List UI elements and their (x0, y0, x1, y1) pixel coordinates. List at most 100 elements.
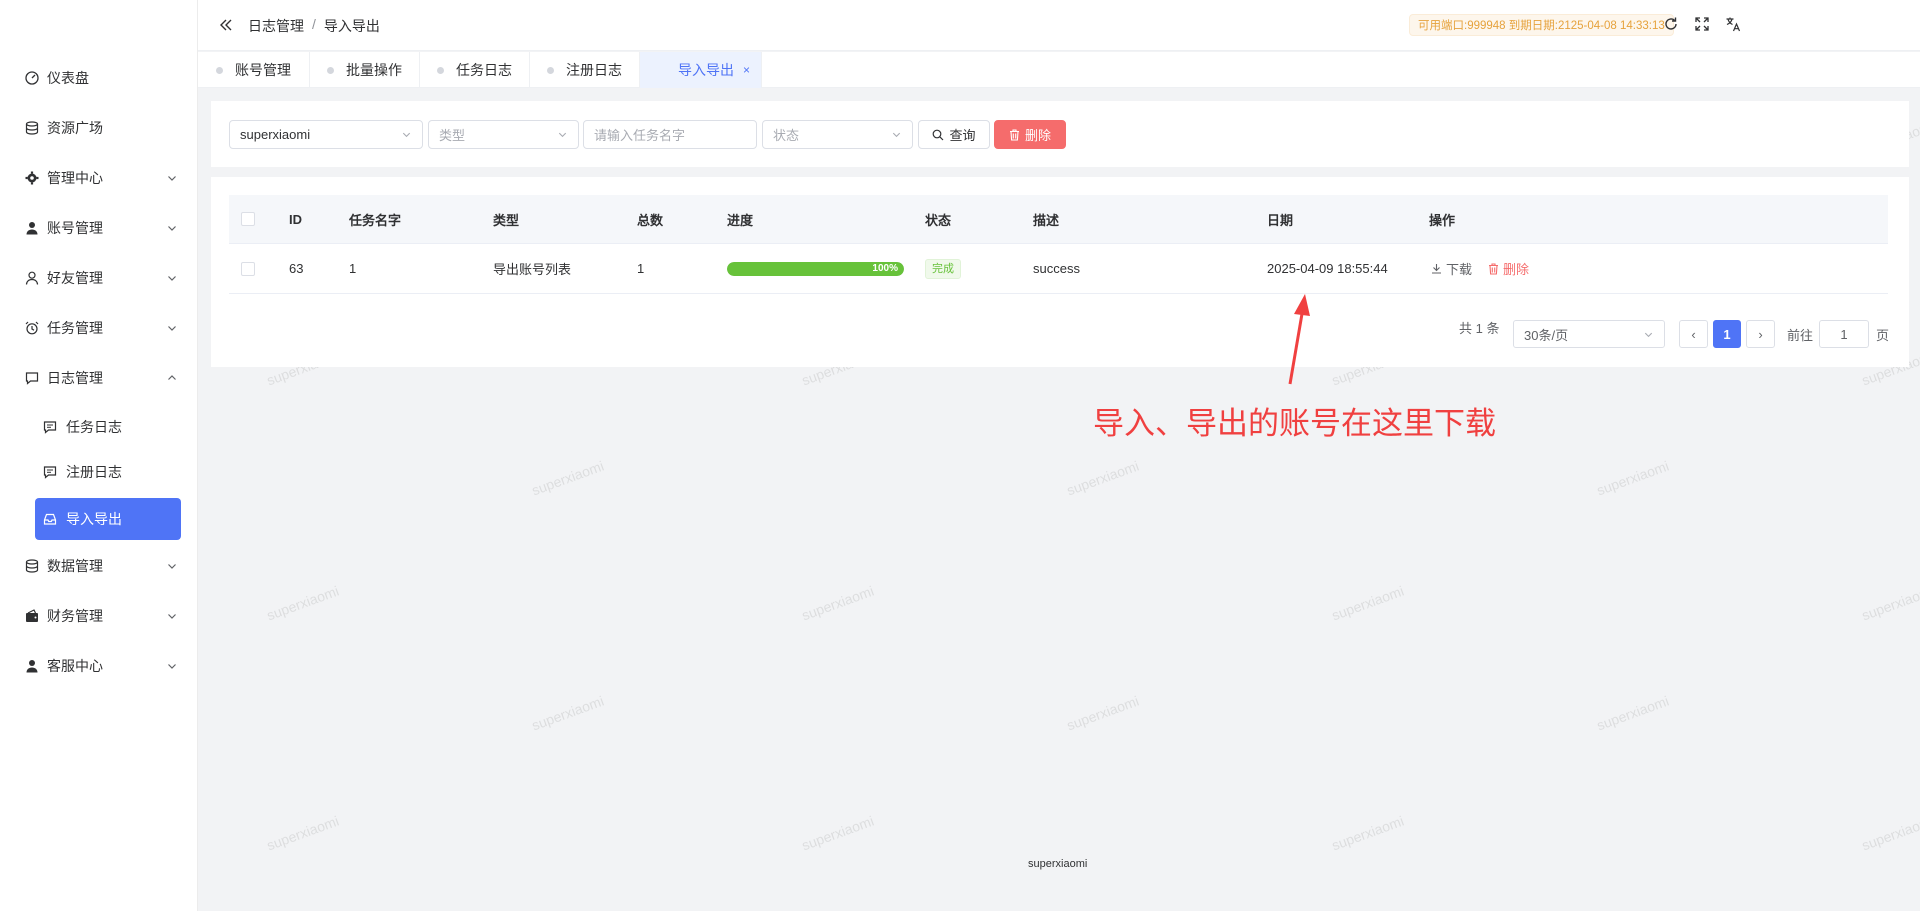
row-delete-button[interactable]: 删除 (1488, 259, 1529, 278)
annotation-text: 导入、导出的账号在这里下载 (1093, 406, 1496, 441)
message-icon (43, 465, 57, 479)
tabs-bar: 账号管理 批量操作 任务日志 注册日志 导入导出 × (198, 52, 1920, 88)
tab-dot (327, 66, 334, 74)
sidebar-item-log-management[interactable]: 日志管理 (0, 353, 198, 403)
sidebar-subitem-task-log[interactable]: 任务日志 (35, 406, 181, 448)
type-select[interactable]: 类型 (428, 120, 579, 149)
sidebar-item-finance-management[interactable]: 财务管理 (0, 591, 198, 641)
sidebar-item-friend-management[interactable]: 好友管理 (0, 253, 198, 303)
top-header: 日志管理 / 导入导出 可用端口:999948 到期日期:2125-04-08 … (198, 0, 1920, 51)
wallet-icon (25, 609, 39, 623)
sidebar-item-resource-square[interactable]: 资源广场 (0, 103, 198, 153)
watermark: superxiaomi (264, 812, 341, 854)
sidebar-item-account-management[interactable]: 账号管理 (0, 203, 198, 253)
page-size-value: 30条/页 (1524, 327, 1569, 343)
annotation-arrow (1288, 294, 1310, 385)
page-number-current[interactable]: 1 (1713, 320, 1741, 348)
sidebar-item-label: 日志管理 (47, 370, 103, 386)
watermark: superxiaomi (529, 457, 606, 499)
sidebar-subitem-register-log[interactable]: 注册日志 (35, 451, 181, 493)
prev-page-button[interactable]: ‹ (1679, 320, 1708, 348)
sidebar-item-dashboard[interactable]: 仪表盘 (0, 53, 198, 103)
sidebar-item-data-management[interactable]: 数据管理 (0, 541, 198, 591)
column-header: 进度 (727, 212, 754, 228)
sidebar-subitem-import-export[interactable]: 导入导出 (35, 498, 181, 540)
cell-description: success (1033, 261, 1080, 276)
chevron-up-icon (168, 375, 176, 380)
download-icon (1432, 264, 1441, 274)
translate-icon[interactable] (1725, 16, 1741, 32)
download-button[interactable]: 下载 (1431, 259, 1472, 278)
fullscreen-icon[interactable] (1694, 16, 1710, 32)
user-select[interactable]: superxiaomi (229, 120, 423, 149)
footer-text: superxiaomi (1028, 858, 1088, 870)
tab-batch-operation[interactable]: 批量操作 (310, 52, 420, 88)
tab-close-icon[interactable]: × (743, 63, 750, 77)
chevron-down-icon (1644, 332, 1653, 338)
column-header: 状态 (925, 212, 952, 228)
sidebar: 仪表盘 资源广场 管理中心 账号管理 好友管理 任务管理 日志管理 任务日志 注… (0, 0, 198, 911)
pagination-total: 共 1 条 (1459, 320, 1500, 336)
tab-label: 导入导出 (678, 62, 734, 78)
message-icon (43, 420, 57, 434)
refresh-icon[interactable] (1663, 16, 1679, 32)
watermark: superxiaomi (1859, 812, 1920, 854)
tab-task-log[interactable]: 任务日志 (420, 52, 530, 88)
sidebar-item-label: 数据管理 (47, 558, 103, 574)
task-name-placeholder: 请输入任务名字 (594, 128, 686, 143)
status-select[interactable]: 状态 (762, 120, 913, 149)
user-outline-icon (25, 271, 39, 285)
sidebar-item-label: 资源广场 (47, 120, 103, 136)
breadcrumb-item[interactable]: 日志管理 (248, 16, 304, 36)
column-header: 日期 (1267, 212, 1294, 228)
tab-label: 批量操作 (346, 62, 402, 78)
goto-page-input[interactable]: 1 (1819, 320, 1869, 348)
sidebar-item-task-management[interactable]: 任务管理 (0, 303, 198, 353)
user-icon (25, 221, 39, 235)
tab-register-log[interactable]: 注册日志 (530, 52, 640, 88)
sidebar-item-label: 任务管理 (47, 320, 103, 336)
breadcrumb-item-current: 导入导出 (323, 18, 380, 34)
page-size-select[interactable]: 30条/页 (1513, 320, 1665, 348)
query-button-label: 查询 (949, 128, 976, 143)
watermark: superxiaomi (1594, 692, 1671, 734)
query-button[interactable]: 查询 (918, 120, 990, 149)
sidebar-item-label: 财务管理 (47, 608, 103, 624)
next-page-button[interactable]: › (1746, 320, 1775, 348)
expire-badge: 可用端口:999948 到期日期:2125-04-08 14:33:13 (1409, 14, 1674, 36)
cell-task-name: 1 (349, 261, 357, 276)
watermark: superxiaomi (1329, 582, 1406, 624)
download-button-label: 下载 (1446, 262, 1473, 277)
column-header: 任务名字 (349, 212, 402, 228)
double-chevron-left-icon[interactable] (218, 17, 234, 33)
sidebar-item-customer-service[interactable]: 客服中心 (0, 641, 198, 691)
select-all-checkbox[interactable] (241, 195, 255, 243)
row-checkbox[interactable] (241, 244, 255, 293)
chevron-down-icon (168, 176, 176, 181)
tab-label: 任务日志 (456, 62, 512, 78)
column-header: 操作 (1429, 212, 1456, 228)
chevron-down-icon (168, 326, 176, 331)
sidebar-item-label: 账号管理 (47, 220, 103, 236)
delete-button[interactable]: 删除 (994, 120, 1066, 149)
chevron-down-icon (168, 564, 176, 569)
cell-actions: 下载 删除 (1431, 244, 1529, 293)
watermark: superxiaomi (799, 812, 876, 854)
cell-id: 63 (289, 261, 304, 276)
tab-account-management[interactable]: 账号管理 (198, 52, 310, 88)
tab-import-export[interactable]: 导入导出 × (640, 52, 762, 88)
inbox-icon (43, 512, 57, 526)
sidebar-item-management-center[interactable]: 管理中心 (0, 153, 198, 203)
column-header: ID (289, 211, 302, 227)
status-badge: 完成 (925, 258, 961, 279)
user-icon (25, 659, 39, 673)
watermark: superxiaomi (1329, 812, 1406, 854)
task-name-input[interactable]: 请输入任务名字 (583, 120, 757, 149)
chevron-down-icon (168, 614, 176, 619)
dashboard-icon (25, 71, 39, 85)
chevron-down-icon (168, 276, 176, 281)
data-table-card: ID 任务名字 类型 总数 进度 状态 描述 日期 操作 63 1 导出账号列表… (211, 177, 1909, 367)
sidebar-item-label: 管理中心 (47, 170, 103, 186)
database-icon (25, 559, 39, 573)
filter-bar: superxiaomi 类型 请输入任务名字 状态 查询 删除 (211, 101, 1909, 167)
